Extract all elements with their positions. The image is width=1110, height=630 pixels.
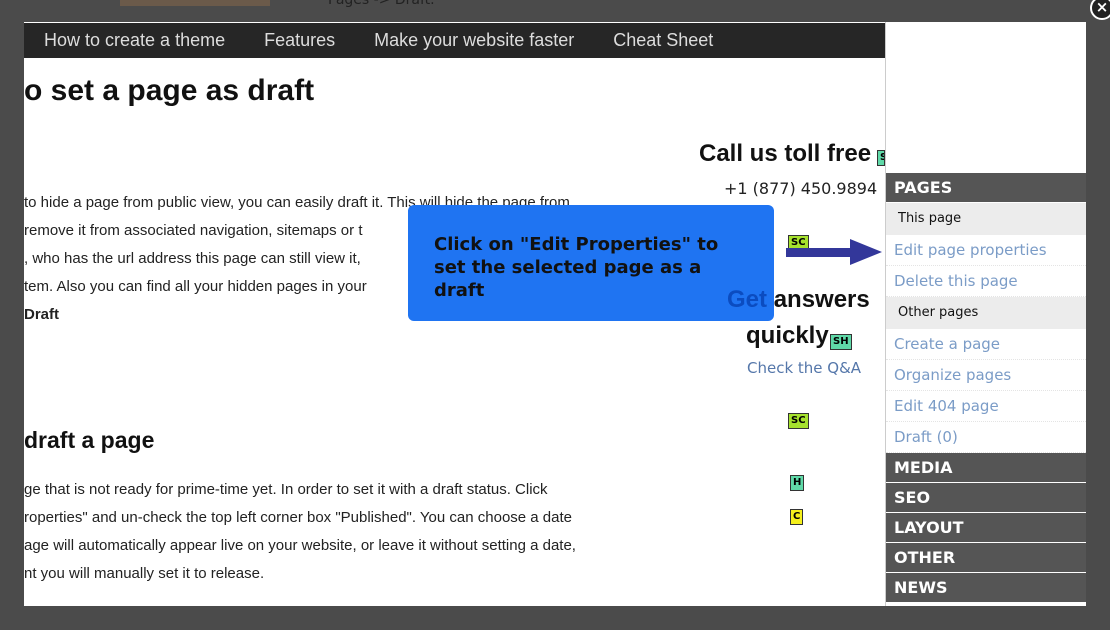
para2-line: age will automatically appear live on yo… [24,537,576,554]
c-tag[interactable]: C [790,509,804,525]
phone-number: +1 (877) 450.9894 [724,179,878,198]
edit-404-link[interactable]: Edit 404 page [886,391,1086,422]
para2-line: roperties" and un-check the top left cor… [24,509,572,526]
draft-bold: Draft [24,306,60,323]
section-heading: draft a page [24,427,155,453]
section-layout[interactable]: LAYOUT [886,513,1086,543]
tutorial-tooltip: Click on "Edit Properties" to set the se… [408,205,774,321]
sidebar-blank [886,22,1086,173]
edit-page-properties-link[interactable]: Edit page properties [886,235,1086,266]
qa-link[interactable]: Check the Q&A [747,359,861,377]
s-tag[interactable]: S [877,150,885,166]
subheader-other-pages: Other pages [886,297,1086,329]
top-nav: How to create a theme Features Make your… [24,23,885,58]
section-media[interactable]: MEDIA [886,453,1086,483]
nav-faster[interactable]: Make your website faster [374,30,574,51]
nav-features[interactable]: Features [264,30,335,51]
section-pages[interactable]: PAGES [886,173,1086,203]
get-word: Get [727,286,768,313]
h-tag[interactable]: H [790,475,805,491]
answers-heading: Get answers [727,286,870,314]
help-modal: How to create a theme Features Make your… [24,22,1086,606]
subheader-this-page: This page [886,203,1086,235]
close-icon[interactable]: × [1090,0,1110,20]
background-image [120,0,270,6]
section-seo[interactable]: SEO [886,483,1086,513]
answers-word: answers [773,286,870,313]
page-title: o set a page as draft [24,74,315,107]
section-other[interactable]: OTHER [886,543,1086,573]
sh-tag[interactable]: SH [830,334,852,350]
nav-create-theme[interactable]: How to create a theme [44,30,225,51]
sc-tag[interactable]: SC [788,413,809,429]
call-heading: Call us toll free [699,140,872,167]
admin-sidebar: PAGES This page Edit page properties Del… [885,22,1086,606]
para2-line: ge that is not ready for prime-time yet.… [24,481,548,498]
create-page-link[interactable]: Create a page [886,329,1086,360]
draft-link[interactable]: Draft (0) [886,422,1086,453]
para2-line: nt you will manually set it to release. [24,565,265,582]
pointer-arrow-icon [786,239,882,265]
delete-page-link[interactable]: Delete this page [886,266,1086,297]
nav-cheat-sheet[interactable]: Cheat Sheet [613,30,713,51]
background-text: Pages -> Draft. [328,0,435,8]
quickly-heading: quickly [746,322,829,349]
section-news[interactable]: NEWS [886,573,1086,603]
organize-pages-link[interactable]: Organize pages [886,360,1086,391]
